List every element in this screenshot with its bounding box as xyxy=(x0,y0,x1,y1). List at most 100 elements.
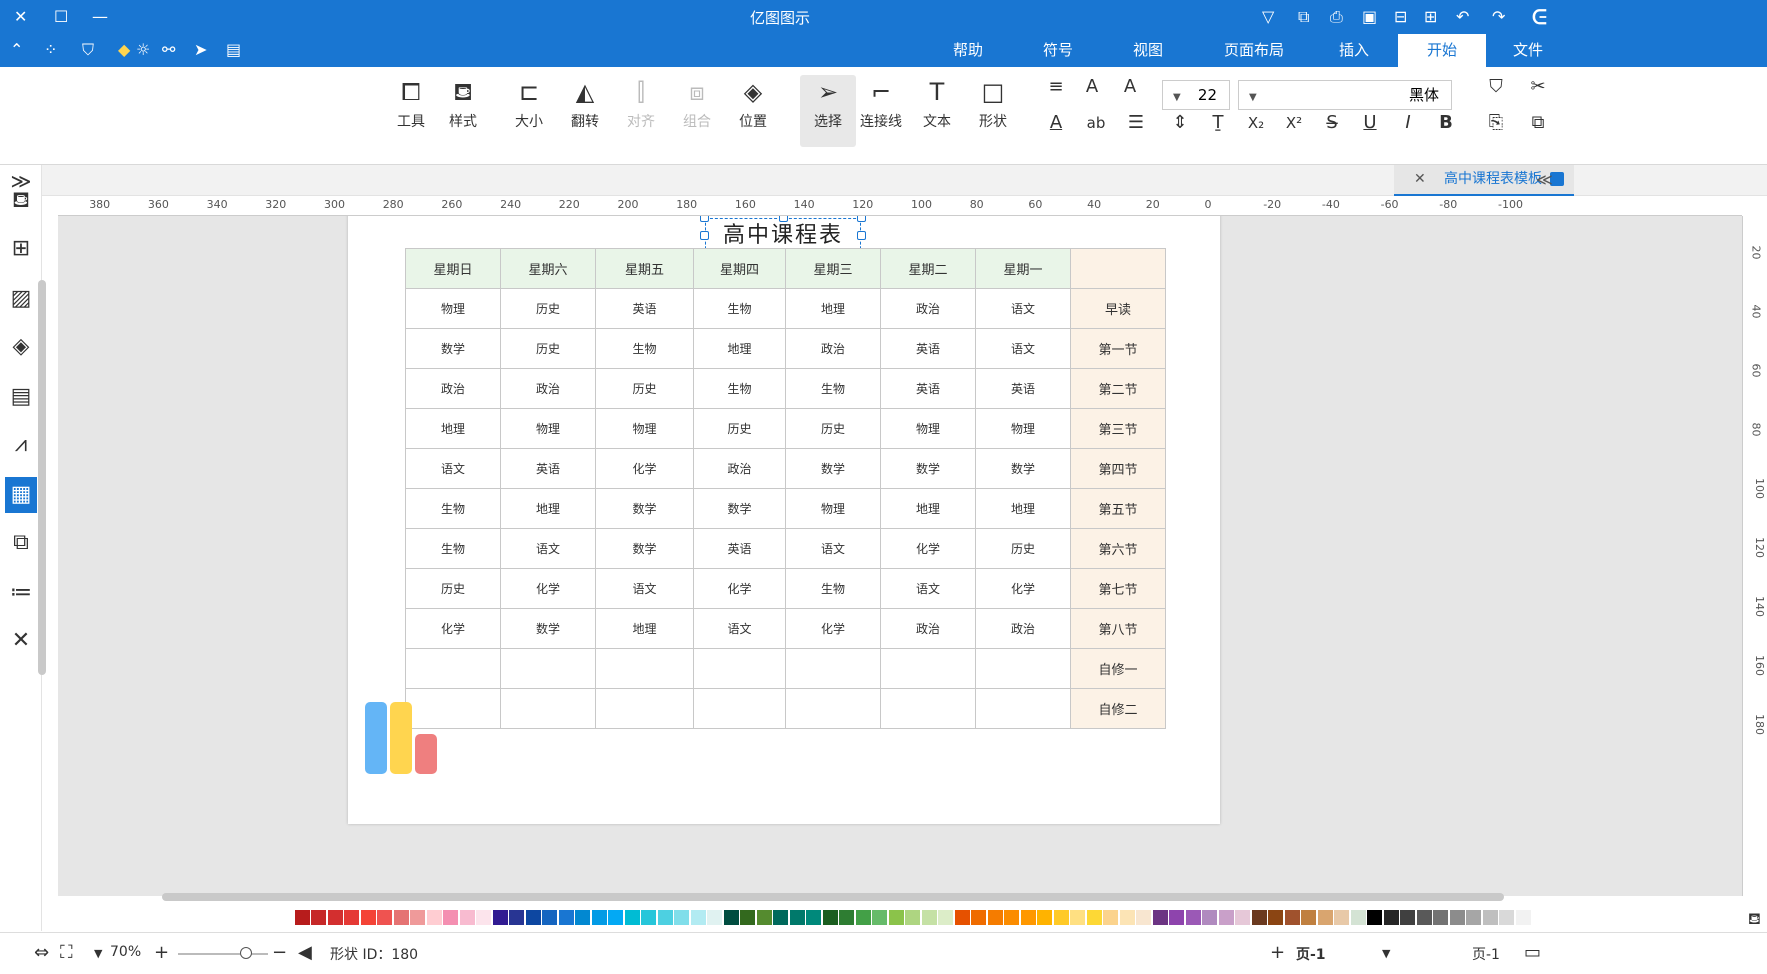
table-cell[interactable]: 语文 xyxy=(693,608,786,649)
document-icon[interactable]: ▤ xyxy=(5,381,37,413)
table-cell[interactable]: 地理 xyxy=(595,608,694,649)
color-swatch[interactable] xyxy=(1185,910,1201,925)
color-swatch[interactable] xyxy=(1334,910,1349,925)
style-button[interactable]: ⛾ 样式 xyxy=(434,75,492,147)
group-button[interactable]: ⧈ 组合 xyxy=(668,75,726,147)
color-swatch[interactable] xyxy=(855,910,871,925)
open-icon[interactable]: ⊟ xyxy=(1394,7,1407,27)
font-size-select[interactable]: ▼ 22 xyxy=(1162,80,1230,110)
table-cell[interactable]: 数学 xyxy=(693,488,786,529)
color-swatch[interactable] xyxy=(1400,910,1415,925)
color-swatch[interactable] xyxy=(1284,910,1300,925)
color-swatch[interactable] xyxy=(971,910,986,925)
table-cell[interactable]: 生物 xyxy=(405,488,501,529)
font-name-select[interactable]: ▼ 黑体 xyxy=(1238,80,1452,110)
position-button[interactable]: ◈ 位置 xyxy=(724,75,782,147)
table-cell[interactable]: 化学 xyxy=(405,608,501,649)
table-cell[interactable]: 语文 xyxy=(405,448,501,489)
table-cell[interactable]: 物理 xyxy=(880,408,976,449)
sun-icon[interactable]: ☼ xyxy=(136,40,150,60)
italic-icon[interactable]: I xyxy=(1396,111,1420,135)
color-swatch[interactable] xyxy=(872,910,887,925)
menu-home[interactable]: 开始 xyxy=(1398,34,1486,67)
undo-icon[interactable]: ↶ xyxy=(1456,7,1469,27)
table-cell[interactable]: 地理 xyxy=(693,328,786,369)
close-icon[interactable]: ✕ xyxy=(14,7,27,27)
close-icon[interactable]: ✕ xyxy=(1414,165,1426,194)
table-cell[interactable]: 语文 xyxy=(500,528,596,569)
table-cell[interactable]: 历史 xyxy=(595,368,694,409)
select-button[interactable]: ➢ 选择 xyxy=(800,75,856,147)
color-swatch[interactable] xyxy=(509,910,524,925)
print-icon[interactable]: ⎙ xyxy=(1330,7,1343,27)
superscript-icon[interactable]: X² xyxy=(1282,111,1306,135)
table-cell[interactable] xyxy=(500,648,596,689)
resize-handle[interactable] xyxy=(857,231,866,240)
color-swatch[interactable] xyxy=(1218,910,1234,925)
panel-toggle-icon[interactable]: ▭ xyxy=(1524,942,1541,963)
page-label[interactable]: 页-1 xyxy=(1472,944,1500,964)
color-swatch[interactable] xyxy=(674,910,689,925)
table-cell[interactable]: 英语 xyxy=(595,288,694,329)
color-swatch[interactable] xyxy=(1037,910,1052,925)
menu-help[interactable]: 帮助 xyxy=(940,34,996,67)
color-swatch[interactable] xyxy=(954,910,970,925)
color-swatch[interactable] xyxy=(723,910,739,925)
table-cell[interactable]: 地理 xyxy=(405,408,501,449)
table-cell[interactable]: 英语 xyxy=(693,528,786,569)
table-cell[interactable]: 地理 xyxy=(785,288,881,329)
color-swatch[interactable] xyxy=(393,910,409,925)
table-cell[interactable]: 英语 xyxy=(975,368,1071,409)
table-cell[interactable] xyxy=(785,648,881,689)
image-icon[interactable]: ▨ xyxy=(5,283,37,315)
table-cell[interactable]: 化学 xyxy=(693,568,786,609)
table-cell[interactable]: 化学 xyxy=(975,568,1071,609)
font-color-icon[interactable]: A xyxy=(1044,111,1068,135)
color-swatch[interactable] xyxy=(1532,910,1547,925)
redo-icon[interactable]: ↷ xyxy=(1492,7,1505,27)
table-cell[interactable]: 数学 xyxy=(500,608,596,649)
menu-page-layout[interactable]: 页面布局 xyxy=(1214,34,1294,67)
highlight-icon[interactable]: ab xyxy=(1084,111,1108,135)
table-cell[interactable]: 地理 xyxy=(975,488,1071,529)
table-cell[interactable]: 历史 xyxy=(500,288,596,329)
table-cell[interactable]: 化学 xyxy=(595,448,694,489)
premium-icon[interactable]: ◆ xyxy=(118,40,130,60)
color-swatch[interactable] xyxy=(377,910,392,925)
table-cell[interactable]: 政治 xyxy=(880,608,976,649)
table-cell[interactable]: 地理 xyxy=(500,488,596,529)
table-cell[interactable] xyxy=(405,648,501,689)
color-swatch[interactable] xyxy=(476,910,491,925)
layers-icon[interactable]: ◈ xyxy=(5,331,37,363)
dropdown-icon[interactable]: ▽ xyxy=(1262,7,1274,27)
fullscreen-icon[interactable]: ⛶ xyxy=(60,942,73,963)
table-cell[interactable]: 数学 xyxy=(880,448,976,489)
bold-icon[interactable]: B xyxy=(1434,111,1458,135)
table-cell[interactable] xyxy=(595,648,694,689)
zoom-in-icon[interactable]: + xyxy=(154,942,169,963)
table-cell[interactable]: 历史 xyxy=(500,328,596,369)
color-swatch[interactable] xyxy=(921,910,937,925)
color-swatch[interactable] xyxy=(1268,910,1283,925)
color-swatch[interactable] xyxy=(756,910,772,925)
apps-icon[interactable]: ⁘ xyxy=(44,40,57,60)
color-swatch[interactable] xyxy=(1383,910,1399,925)
collapse-icon[interactable]: ⌃ xyxy=(10,40,23,60)
maximize-icon[interactable]: ☐ xyxy=(54,7,68,27)
save-icon[interactable]: ▣ xyxy=(1362,7,1377,27)
table-cell[interactable]: 英语 xyxy=(500,448,596,489)
color-swatch[interactable] xyxy=(294,910,310,925)
color-swatch[interactable] xyxy=(426,910,442,925)
color-swatch[interactable] xyxy=(1317,910,1333,925)
font-shrink-icon[interactable]: A xyxy=(1080,75,1104,99)
table-cell[interactable]: 政治 xyxy=(693,448,786,489)
table-cell[interactable] xyxy=(785,688,881,729)
color-swatch[interactable] xyxy=(1350,910,1366,925)
chevron-down-icon[interactable]: ▼ xyxy=(1382,947,1390,960)
color-swatch[interactable] xyxy=(1202,910,1217,925)
color-swatch[interactable] xyxy=(822,910,838,925)
zoom-out-icon[interactable]: − xyxy=(272,942,287,963)
table-cell[interactable]: 语文 xyxy=(785,528,881,569)
paste-icon[interactable]: ⎘ xyxy=(1484,111,1508,135)
connector-button[interactable]: ⌐ 连接线 xyxy=(852,75,910,147)
